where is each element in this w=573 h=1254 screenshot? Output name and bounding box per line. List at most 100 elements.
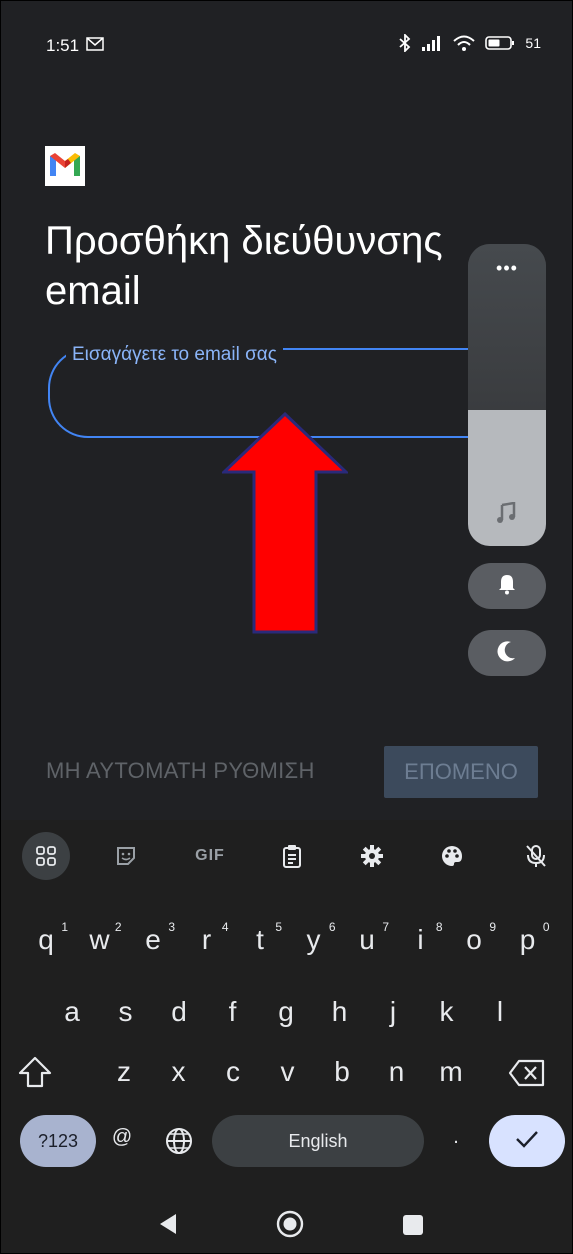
key-label: c [226, 1056, 240, 1087]
symbols-key[interactable]: ?123 [20, 1115, 96, 1167]
key-number-hint: 9 [489, 920, 496, 934]
key-q[interactable]: q1 [22, 920, 70, 956]
backspace-icon[interactable] [508, 1058, 546, 1093]
key-label: p [519, 924, 536, 955]
key-label: w [89, 924, 110, 955]
key-label: b [334, 1056, 350, 1087]
key-number-hint: 0 [542, 920, 550, 934]
key-a[interactable]: a [48, 996, 96, 1028]
settings-icon[interactable] [348, 832, 396, 880]
key-label: j [389, 996, 397, 1027]
key-label: a [64, 996, 80, 1027]
key-x[interactable]: x [155, 1056, 203, 1088]
key-z[interactable]: z [100, 1056, 148, 1088]
enter-key[interactable] [489, 1115, 565, 1167]
key-y[interactable]: y6 [290, 920, 338, 956]
key-number-hint: 3 [168, 920, 175, 934]
key-b[interactable]: b [318, 1056, 366, 1088]
key-label: t [256, 924, 264, 955]
key-c[interactable]: c [209, 1056, 257, 1088]
music-note-icon [496, 501, 518, 529]
bluetooth-icon [399, 34, 411, 52]
key-n[interactable]: n [373, 1056, 421, 1088]
wifi-icon [453, 35, 476, 51]
key-r[interactable]: r4 [183, 920, 231, 956]
status-bar: 1:51 51 [0, 0, 573, 90]
key-label: m [439, 1056, 463, 1087]
at-key[interactable]: @ [98, 1126, 146, 1149]
key-label: i [417, 924, 424, 955]
key-label: r [201, 924, 212, 955]
ring-mode-button[interactable] [468, 563, 546, 609]
key-number-hint: 6 [328, 920, 336, 934]
key-label: q [38, 924, 54, 955]
key-i[interactable]: i8 [397, 920, 445, 956]
volume-slider[interactable]: ••• [468, 244, 546, 546]
key-f[interactable]: f [209, 996, 257, 1028]
back-icon[interactable] [158, 1212, 178, 1241]
do-not-disturb-button[interactable] [468, 630, 546, 676]
key-k[interactable]: k [423, 996, 471, 1028]
key-l[interactable]: l [476, 996, 524, 1028]
key-label: s [118, 996, 133, 1027]
key-p[interactable]: p0 [504, 920, 552, 956]
recents-icon[interactable] [402, 1214, 424, 1241]
page-title: Προσθήκη διεύθυνσης email [45, 219, 443, 313]
key-label: h [331, 996, 348, 1027]
key-o[interactable]: o9 [450, 920, 498, 956]
key-label: e [145, 924, 161, 955]
key-number-hint: 1 [61, 920, 68, 934]
key-number-hint: 7 [382, 920, 389, 934]
palette-icon[interactable] [428, 832, 476, 880]
globe-icon[interactable] [164, 1126, 194, 1161]
manual-setup-button[interactable]: ΜΗ ΑΥΤΟΜΑΤΗ ΡΥΘΜΙΣΗ [46, 758, 315, 784]
red-arrow-annotation [222, 412, 348, 634]
key-label: f [228, 996, 237, 1027]
volume-more-icon[interactable]: ••• [468, 258, 546, 279]
key-label: n [388, 1056, 405, 1087]
space-key[interactable]: English [212, 1115, 424, 1167]
key-j[interactable]: j [369, 996, 417, 1028]
key-number-hint: 5 [275, 920, 282, 934]
mic-off-icon[interactable] [512, 832, 560, 880]
checkmark-icon [515, 1129, 539, 1154]
navigation-bar [0, 1200, 573, 1254]
gmail-logo-icon [45, 146, 85, 186]
key-s[interactable]: s [102, 996, 150, 1028]
status-time: 1:51 [46, 36, 80, 55]
key-w[interactable]: w2 [76, 920, 124, 956]
key-label: o [466, 924, 482, 955]
key-v[interactable]: v [264, 1056, 312, 1088]
apps-grid-icon[interactable] [22, 832, 70, 880]
key-label: d [171, 996, 187, 1027]
key-label: k [439, 996, 454, 1027]
key-label: v [280, 1056, 295, 1087]
key-number-hint: 8 [435, 920, 443, 934]
next-button[interactable]: ΕΠΟΜΕΝΟ [384, 746, 538, 798]
key-label: z [117, 1056, 131, 1087]
battery-level: 51 [525, 35, 541, 51]
key-d[interactable]: d [155, 996, 203, 1028]
key-number-hint: 2 [114, 920, 122, 934]
key-label: g [278, 996, 294, 1027]
shift-icon[interactable] [18, 1056, 52, 1093]
email-field-label: Εισαγάγετε το email σας [66, 344, 283, 366]
gif-button[interactable]: GIF [186, 832, 234, 880]
clipboard-icon[interactable] [268, 832, 316, 880]
key-t[interactable]: t5 [236, 920, 284, 956]
bell-icon [497, 573, 517, 600]
key-h[interactable]: h [316, 996, 364, 1028]
gmail-notification-icon [86, 37, 104, 51]
moon-icon [497, 640, 517, 667]
key-label: x [171, 1056, 186, 1087]
home-icon[interactable] [276, 1210, 304, 1243]
key-u[interactable]: u7 [343, 920, 391, 956]
key-number-hint: 4 [221, 920, 229, 934]
period-key[interactable]: . [432, 1126, 480, 1149]
key-g[interactable]: g [262, 996, 310, 1028]
key-m[interactable]: m [427, 1056, 475, 1088]
key-e[interactable]: e3 [129, 920, 177, 956]
sticker-icon[interactable] [102, 832, 150, 880]
key-label: u [359, 924, 375, 955]
signal-icon [421, 35, 443, 51]
